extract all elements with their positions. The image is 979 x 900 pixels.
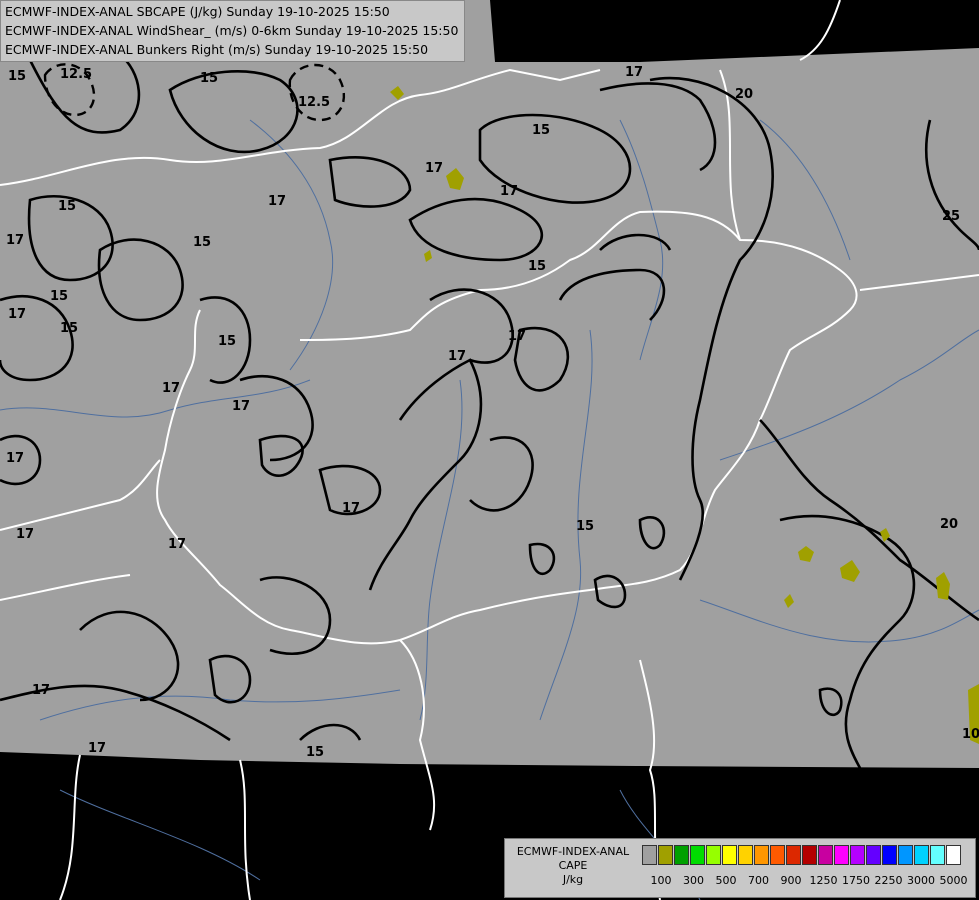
contour-label: 17	[448, 349, 466, 364]
legend-title-line: CAPE	[558, 859, 588, 872]
legend-swatch	[802, 845, 817, 865]
contour-label: 17	[8, 307, 26, 322]
legend-swatch	[690, 845, 705, 865]
contour-label: 17	[6, 451, 24, 466]
contour-label: 15	[532, 123, 550, 138]
contour-label: 15	[193, 235, 211, 250]
contour-label: 15	[576, 519, 594, 534]
legend-title: ECMWF-INDEX-ANAL CAPE J/kg	[507, 845, 639, 887]
legend-title-line: ECMWF-INDEX-ANAL	[516, 845, 630, 858]
legend-tick-label: 500	[715, 874, 737, 887]
legend-swatch	[722, 845, 737, 865]
contour-label: 15	[306, 745, 324, 760]
contour-label: 25	[942, 209, 960, 224]
legend-swatch	[946, 845, 961, 865]
model-domain	[0, 0, 979, 768]
map-header: ECMWF-INDEX-ANAL SBCAPE (J/kg) Sunday 19…	[0, 0, 466, 62]
contour-label: 15	[58, 199, 76, 214]
contour-label: 17	[6, 233, 24, 248]
weather-map: 15 12.5 15 12.5 17 20 15 17 17 15 17 25 …	[0, 0, 979, 900]
header-line-sbcape: ECMWF-INDEX-ANAL SBCAPE (J/kg) Sunday 19…	[5, 4, 390, 19]
contour-label: 20	[735, 87, 753, 102]
legend-tick-label: 100	[650, 874, 672, 887]
header-line-windshear: ECMWF-INDEX-ANAL WindShear_ (m/s) 0-6km …	[5, 23, 459, 38]
contour-label: 17	[342, 501, 360, 516]
legend-swatch	[834, 845, 849, 865]
contour-label: 15	[218, 334, 236, 349]
legend-tick-label: 3000	[907, 874, 935, 887]
contour-label: 17	[88, 741, 106, 756]
contour-label: 17	[500, 184, 518, 199]
contour-label: 17	[508, 329, 526, 344]
legend-tick-label: 700	[748, 874, 769, 887]
legend-swatch	[706, 845, 721, 865]
contour-label: 12.5	[298, 95, 330, 110]
contour-label: 15	[60, 321, 78, 336]
contour-label: 17	[268, 194, 286, 209]
cape-legend: ECMWF-INDEX-ANAL CAPE J/kg 100 300 500 700 9…	[504, 838, 976, 898]
contour-label: 15	[8, 69, 26, 84]
legend-swatch	[738, 845, 753, 865]
legend-swatch	[898, 845, 913, 865]
legend-tick-label: 300	[683, 874, 704, 887]
legend-swatch	[914, 845, 929, 865]
legend-swatch	[786, 845, 801, 865]
contour-label: 17	[162, 381, 180, 396]
legend-swatch	[642, 845, 657, 865]
contour-label: 17	[425, 161, 443, 176]
legend-ticks: 100 300 500 700 900 1250 1750 2250 3000 5000	[642, 874, 972, 890]
legend-tick-label: 5000	[939, 874, 968, 887]
contour-label: 17	[232, 399, 250, 414]
legend-swatch	[866, 845, 881, 865]
contour-label: 17	[32, 683, 50, 698]
contour-label: 100	[962, 727, 979, 742]
legend-title-line: J/kg	[562, 873, 584, 886]
legend-tick-label: 1750	[842, 874, 870, 887]
legend-swatch	[818, 845, 833, 865]
legend-tick-label: 2250	[874, 874, 903, 887]
contour-label: 15	[50, 289, 68, 304]
legend-swatch	[754, 845, 769, 865]
legend-tick-label: 1250	[809, 874, 838, 887]
legend-swatch	[674, 845, 689, 865]
legend-swatch	[770, 845, 785, 865]
header-line-bunkers: ECMWF-INDEX-ANAL Bunkers Right (m/s) Sun…	[5, 42, 429, 57]
legend-swatches	[642, 845, 962, 865]
legend-swatch	[930, 845, 945, 865]
contour-label: 15	[200, 71, 218, 86]
contour-label: 12.5	[60, 67, 92, 82]
contour-label: 15	[528, 259, 546, 274]
legend-swatch	[882, 845, 897, 865]
contour-label: 17	[168, 537, 186, 552]
contour-label: 20	[940, 517, 958, 532]
legend-tick-label: 900	[780, 874, 802, 887]
legend-swatch	[658, 845, 673, 865]
contour-label: 17	[16, 527, 34, 542]
legend-swatch	[850, 845, 865, 865]
contour-label: 17	[625, 65, 643, 80]
